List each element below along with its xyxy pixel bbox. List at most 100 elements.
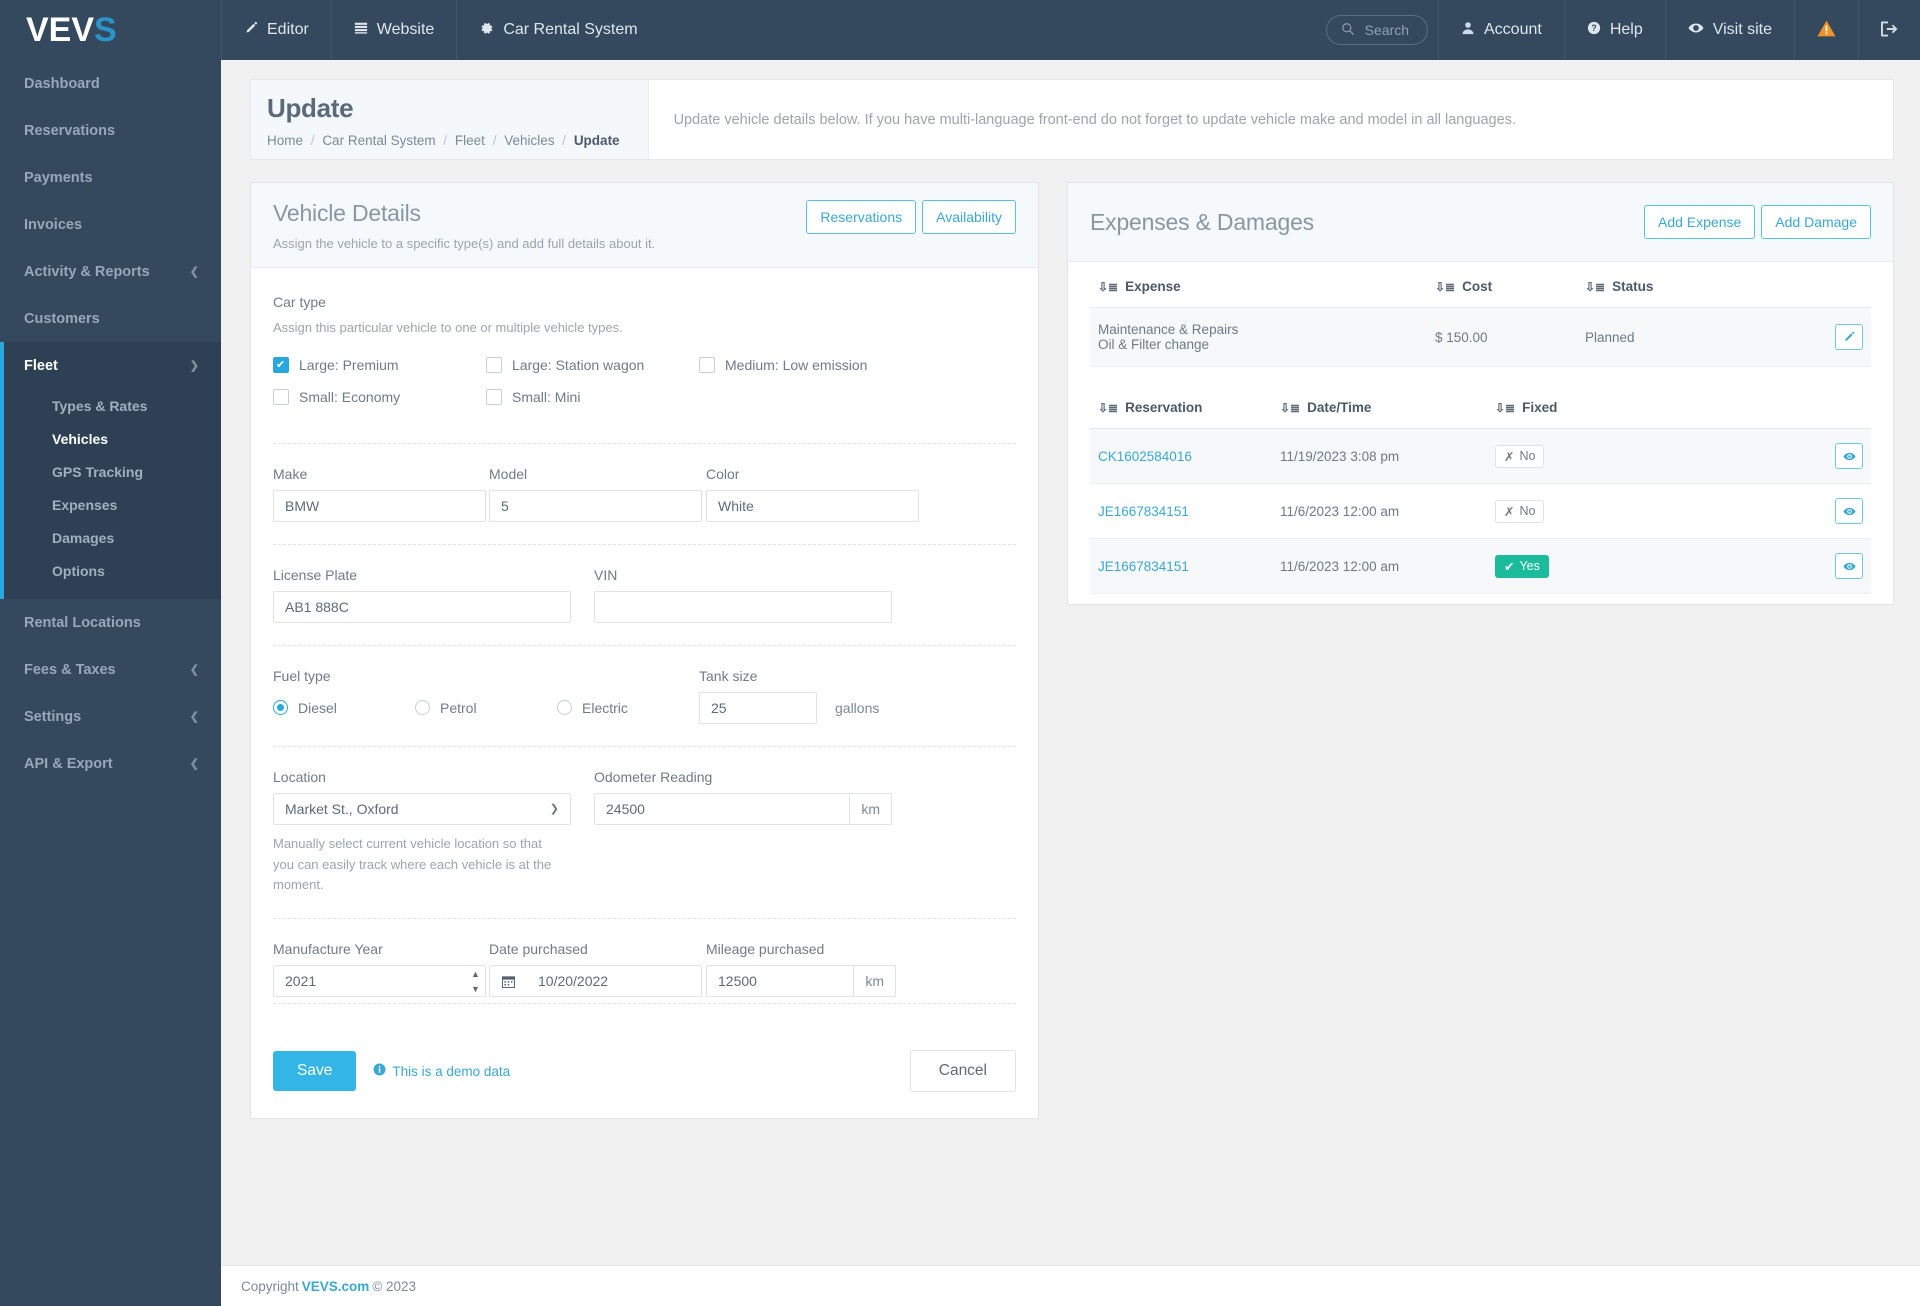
vehicle-details-header-buttons: Reservations Availability [806, 200, 1016, 234]
save-button[interactable]: Save [273, 1051, 357, 1092]
sidebar-item-invoices[interactable]: Invoices [0, 201, 221, 248]
checkbox-small-mini-box[interactable] [486, 388, 502, 405]
make-input[interactable]: BMW [273, 489, 486, 522]
chevron-left-icon: ❮ [189, 664, 199, 676]
damage-table-head: ⇩≣ Reservation ⇩≣ Date/Time ⇩≣ Fixed [1090, 387, 1871, 429]
add-expense-button[interactable]: Add Expense [1643, 205, 1756, 239]
checkbox-large-premium-box[interactable] [273, 356, 289, 373]
damage-col-datetime[interactable]: ⇩≣ Date/Time [1280, 387, 1495, 429]
status-badge-label: Yes [1519, 559, 1540, 573]
checkbox-medium-low-emission-box[interactable] [699, 356, 715, 373]
edit-expense-button[interactable] [1835, 324, 1863, 350]
calendar-icon[interactable] [489, 965, 527, 998]
radio-petrol-button[interactable] [415, 700, 430, 716]
sidebar-item-settings[interactable]: Settings ❮ [0, 693, 221, 740]
stepper-up-icon[interactable]: ▲ [466, 966, 485, 981]
reservation-link[interactable]: CK1602584016 [1098, 449, 1192, 464]
sidebar-item-rental-locations-label: Rental Locations [24, 614, 141, 631]
sidebar-item-damages-label: Damages [52, 529, 115, 546]
tank-size-unit: gallons [835, 699, 880, 716]
sidebar-item-expenses[interactable]: Expenses [4, 488, 221, 521]
radio-electric-button[interactable] [557, 700, 572, 716]
tank-size-input[interactable]: 25 [699, 691, 817, 724]
breadcrumb-car-rental-system[interactable]: Car Rental System [322, 133, 435, 148]
view-damage-button[interactable] [1835, 443, 1863, 469]
color-input[interactable]: White [706, 489, 919, 522]
expense-col-cost[interactable]: ⇩≣ Cost [1435, 266, 1585, 308]
sidebar-item-activity-reports[interactable]: Activity & Reports ❮ [0, 248, 221, 295]
brand-logo[interactable]: VEVS [0, 0, 221, 60]
radio-diesel-button[interactable] [273, 700, 288, 716]
nav-item-help[interactable]: ? Help [1565, 0, 1665, 60]
footer-brand-link[interactable]: VEVS.com [302, 1279, 370, 1294]
sidebar-item-activity-reports-label: Activity & Reports [24, 263, 150, 280]
add-damage-button[interactable]: Add Damage [1761, 205, 1871, 239]
odometer-input[interactable]: 24500 [594, 792, 850, 825]
checkbox-small-economy-box[interactable] [273, 388, 289, 405]
view-damage-button[interactable] [1835, 498, 1863, 524]
breadcrumb-vehicles[interactable]: Vehicles [504, 133, 554, 148]
reservation-link[interactable]: JE1667834151 [1098, 559, 1189, 574]
vin-input[interactable] [594, 590, 892, 623]
warning-indicator[interactable] [1795, 0, 1858, 60]
cancel-button[interactable]: Cancel [909, 1050, 1016, 1093]
nav-item-visit-site[interactable]: Visit site [1666, 0, 1794, 60]
damage-col-actions [1815, 387, 1871, 429]
car-type-hint: Assign this particular vehicle to one or… [273, 320, 623, 335]
sidebar-item-api-export[interactable]: API & Export ❮ [0, 740, 221, 787]
checkbox-large-station-wagon-box[interactable] [486, 356, 502, 373]
breadcrumb: Home / Car Rental System / Fleet / Vehic… [267, 133, 620, 148]
sidebar-item-gps-tracking[interactable]: GPS Tracking [4, 455, 221, 488]
search-placeholder: Search [1364, 22, 1409, 38]
location-select[interactable]: Market St., Oxford ❯ [273, 792, 571, 825]
expense-col-expense[interactable]: ⇩≣ Expense [1090, 266, 1435, 308]
checkbox-large-station-wagon[interactable]: Large: Station wagon [486, 356, 699, 373]
stepper-down-icon[interactable]: ▼ [466, 981, 485, 996]
checkbox-small-economy[interactable]: Small: Economy [273, 388, 486, 405]
expense-col-status[interactable]: ⇩≣ Status [1585, 266, 1815, 308]
expense-table: ⇩≣ Expense ⇩≣ Cost ⇩≣ Status Maintenance… [1090, 266, 1871, 367]
radio-electric[interactable]: Electric [557, 700, 628, 716]
sidebar-item-fleet[interactable]: Fleet ❯ [4, 342, 221, 389]
availability-button[interactable]: Availability [922, 200, 1016, 234]
search-input[interactable]: Search [1325, 15, 1428, 45]
radio-diesel[interactable]: Diesel [273, 700, 415, 716]
sidebar-item-fees-taxes[interactable]: Fees & Taxes ❮ [0, 646, 221, 693]
radio-petrol[interactable]: Petrol [415, 700, 557, 716]
damage-col-fixed[interactable]: ⇩≣ Fixed [1495, 387, 1815, 429]
checkbox-large-premium[interactable]: Large: Premium [273, 356, 486, 373]
nav-item-account[interactable]: Account [1439, 0, 1564, 60]
logout-button[interactable] [1859, 0, 1920, 60]
reservation-link[interactable]: JE1667834151 [1098, 504, 1189, 519]
nav-item-website[interactable]: Website [332, 0, 457, 60]
model-input[interactable]: 5 [489, 489, 702, 522]
vin-field: VIN [594, 567, 892, 623]
sidebar-item-rental-locations[interactable]: Rental Locations [0, 599, 221, 646]
view-damage-button[interactable] [1835, 553, 1863, 579]
sidebar-item-payments[interactable]: Payments [0, 154, 221, 201]
sidebar-item-dashboard[interactable]: Dashboard [0, 60, 221, 107]
license-plate-input[interactable]: AB1 888C [273, 590, 571, 623]
nav-item-car-rental-system[interactable]: Car Rental System [457, 0, 659, 60]
breadcrumb-fleet[interactable]: Fleet [455, 133, 485, 148]
sidebar-item-reservations[interactable]: Reservations [0, 107, 221, 154]
checkbox-small-mini[interactable]: Small: Mini [486, 388, 699, 405]
manufacture-year-input[interactable]: 2021 [273, 965, 466, 998]
eye-icon [1688, 21, 1704, 39]
mileage-purchased-input[interactable]: 12500 [706, 965, 854, 998]
nav-item-editor[interactable]: Editor [222, 0, 331, 60]
sidebar-item-damages[interactable]: Damages [4, 521, 221, 554]
sidebar-item-customers[interactable]: Customers [0, 295, 221, 342]
demo-data-note[interactable]: This is a demo data [373, 1063, 510, 1079]
damage-col-reservation[interactable]: ⇩≣ Reservation [1090, 387, 1280, 429]
manufacture-year-spinner[interactable]: ▲ ▼ [466, 965, 486, 998]
expense-table-head: ⇩≣ Expense ⇩≣ Cost ⇩≣ Status [1090, 266, 1871, 308]
sidebar-item-vehicles[interactable]: Vehicles [4, 422, 221, 455]
date-purchased-input[interactable]: 10/20/2022 [527, 965, 702, 998]
sidebar-item-options[interactable]: Options [4, 554, 221, 587]
breadcrumb-home[interactable]: Home [267, 133, 303, 148]
radio-petrol-label: Petrol [440, 699, 477, 716]
checkbox-medium-low-emission[interactable]: Medium: Low emission [699, 356, 939, 373]
reservations-button[interactable]: Reservations [806, 200, 917, 234]
sidebar-item-types-rates[interactable]: Types & Rates [4, 389, 221, 422]
